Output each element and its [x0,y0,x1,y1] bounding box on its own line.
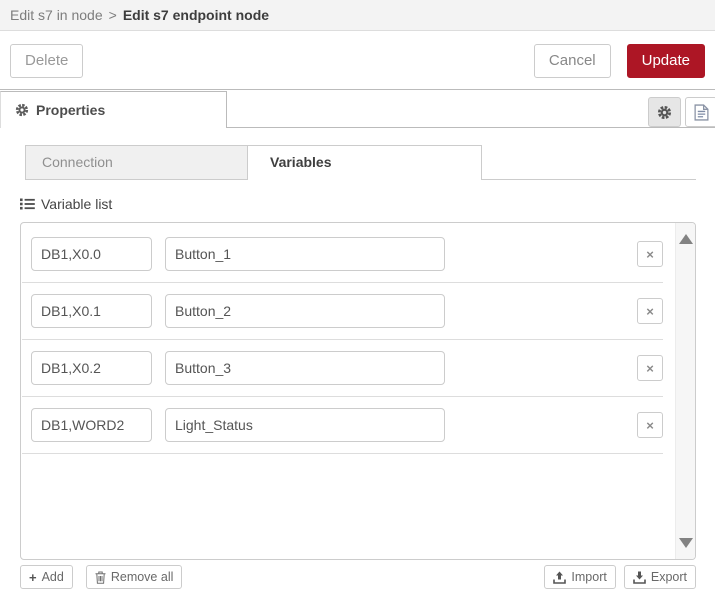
add-button-label: Add [41,570,64,584]
variable-address-input[interactable] [31,294,152,328]
delete-button[interactable]: Delete [10,43,84,78]
variable-address-input[interactable] [31,408,152,442]
gear-icon [657,105,672,120]
upload-icon [553,571,567,584]
close-icon: × [646,246,654,262]
variable-row: × [22,283,663,340]
remove-row-button[interactable]: × [637,298,663,324]
scroll-up-arrow-icon[interactable] [679,234,693,244]
description-tab-button[interactable] [685,97,715,127]
breadcrumb: Edit s7 in node > Edit s7 endpoint node [0,0,715,31]
list-icon [20,198,35,210]
remove-row-button[interactable]: × [637,241,663,267]
import-button[interactable]: Import [544,565,616,589]
remove-all-button[interactable]: Remove all [85,565,183,589]
variable-name-input[interactable] [165,408,445,442]
document-icon [693,103,709,121]
close-icon: × [646,360,654,376]
variable-address-input[interactable] [31,351,152,385]
variable-row: × [22,226,663,283]
variable-row: × [22,340,663,397]
variable-address-input[interactable] [31,237,152,271]
breadcrumb-separator: > [108,7,117,23]
variable-row: × [22,397,663,454]
tab-properties-label: Properties [36,102,106,118]
variable-name-input[interactable] [165,237,445,271]
tab-row-divider [227,127,715,128]
remove-all-button-label: Remove all [110,570,174,584]
trash-icon [95,571,106,584]
page-title: Edit s7 endpoint node [122,7,270,23]
editor-tab-row: Properties [0,90,715,128]
variable-list-title: Variable list [41,196,113,212]
cancel-button[interactable]: Cancel [533,43,611,78]
remove-row-button[interactable]: × [637,412,663,438]
breadcrumb-parent-link[interactable]: Edit s7 in node [10,7,103,23]
variable-name-input[interactable] [165,351,445,385]
import-button-label: Import [571,570,607,584]
gear-icon [15,103,29,117]
download-icon [633,571,646,584]
variable-list-header: Variable list [20,196,112,212]
update-button[interactable]: Update [626,43,705,78]
dialog-action-bar: Delete Cancel Update [0,32,715,90]
edit-node-dialog: Edit s7 in node > Edit s7 endpoint node … [0,0,715,609]
variable-list-container: × × × × [20,222,696,560]
subtab-row-divider [482,179,696,180]
add-button[interactable]: + Add [20,565,73,589]
tab-connection[interactable]: Connection [25,145,248,180]
variable-name-input[interactable] [165,294,445,328]
scroll-down-arrow-icon[interactable] [679,538,693,548]
variable-list-toolbar: + Add Remove all Import Export [20,565,696,589]
variable-rows: × × × × [21,223,675,559]
close-icon: × [646,303,654,319]
scrollbar[interactable] [675,223,695,559]
tab-properties[interactable]: Properties [0,91,227,128]
export-button[interactable]: Export [623,565,696,589]
tab-variables[interactable]: Variables [247,145,482,180]
export-button-label: Export [650,570,687,584]
properties-tab-button[interactable] [648,97,681,127]
remove-row-button[interactable]: × [637,355,663,381]
plus-icon: + [29,569,37,585]
close-icon: × [646,417,654,433]
